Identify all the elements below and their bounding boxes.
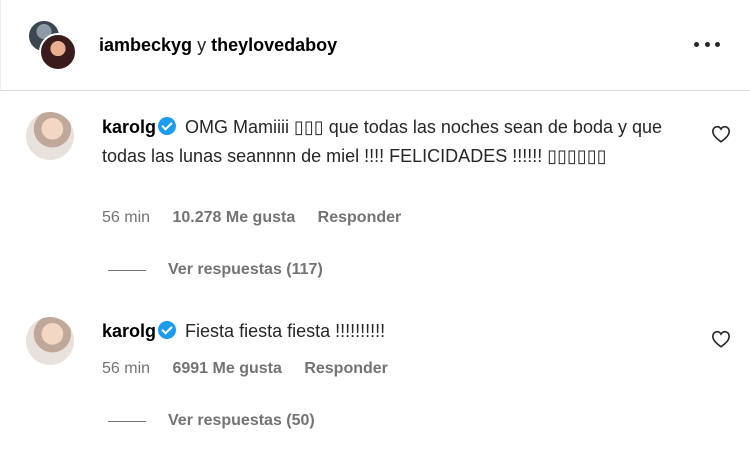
view-replies-button[interactable]: Ver respuestas (117) (108, 261, 323, 279)
verified-badge-icon (158, 321, 177, 339)
reply-button[interactable]: Responder (318, 209, 402, 226)
comment-content: karolg Fiesta fiesta fiesta !!!!!!!!!! (102, 317, 662, 346)
post-header: iambeckyg y theylovedaboy (0, 0, 750, 91)
author-separator: y (197, 35, 207, 55)
post-authors: iambeckyg y theylovedaboy (99, 34, 337, 56)
comment-meta: 56 min 10.278 Me gusta Responder (102, 209, 401, 227)
avatar-theylovedaboy[interactable] (39, 33, 77, 71)
author-link-1[interactable]: iambeckyg (99, 35, 192, 55)
collab-avatars[interactable] (27, 19, 79, 71)
replies-divider (108, 420, 146, 422)
comment-meta: 56 min 6991 Me gusta Responder (102, 360, 388, 378)
view-replies-label: Ver respuestas (50) (168, 412, 315, 429)
like-count[interactable]: 6991 Me gusta (172, 360, 281, 377)
view-replies-button[interactable]: Ver respuestas (50) (108, 412, 315, 430)
author-link-2[interactable]: theylovedaboy (211, 35, 337, 55)
verified-badge-icon (158, 117, 177, 135)
comment-username[interactable]: karolg (102, 117, 156, 137)
comment-time[interactable]: 56 min (102, 360, 150, 377)
like-count[interactable]: 10.278 Me gusta (172, 209, 295, 226)
reply-button[interactable]: Responder (304, 360, 388, 377)
avatar[interactable] (26, 112, 74, 160)
avatar[interactable] (26, 317, 74, 365)
view-replies-label: Ver respuestas (117) (168, 261, 323, 278)
heart-icon[interactable] (711, 330, 731, 348)
comment-content: karolg OMG Mamiiii ▯▯▯ que todas las noc… (102, 113, 662, 171)
comment-time[interactable]: 56 min (102, 209, 150, 226)
more-options-icon[interactable] (694, 35, 720, 53)
heart-icon[interactable] (711, 125, 731, 143)
comment-username[interactable]: karolg (102, 321, 156, 341)
comment-text: Fiesta fiesta fiesta !!!!!!!!!! (185, 321, 386, 341)
replies-divider (108, 269, 146, 271)
comment-text: OMG Mamiiii ▯▯▯ que todas las noches sea… (102, 117, 663, 166)
